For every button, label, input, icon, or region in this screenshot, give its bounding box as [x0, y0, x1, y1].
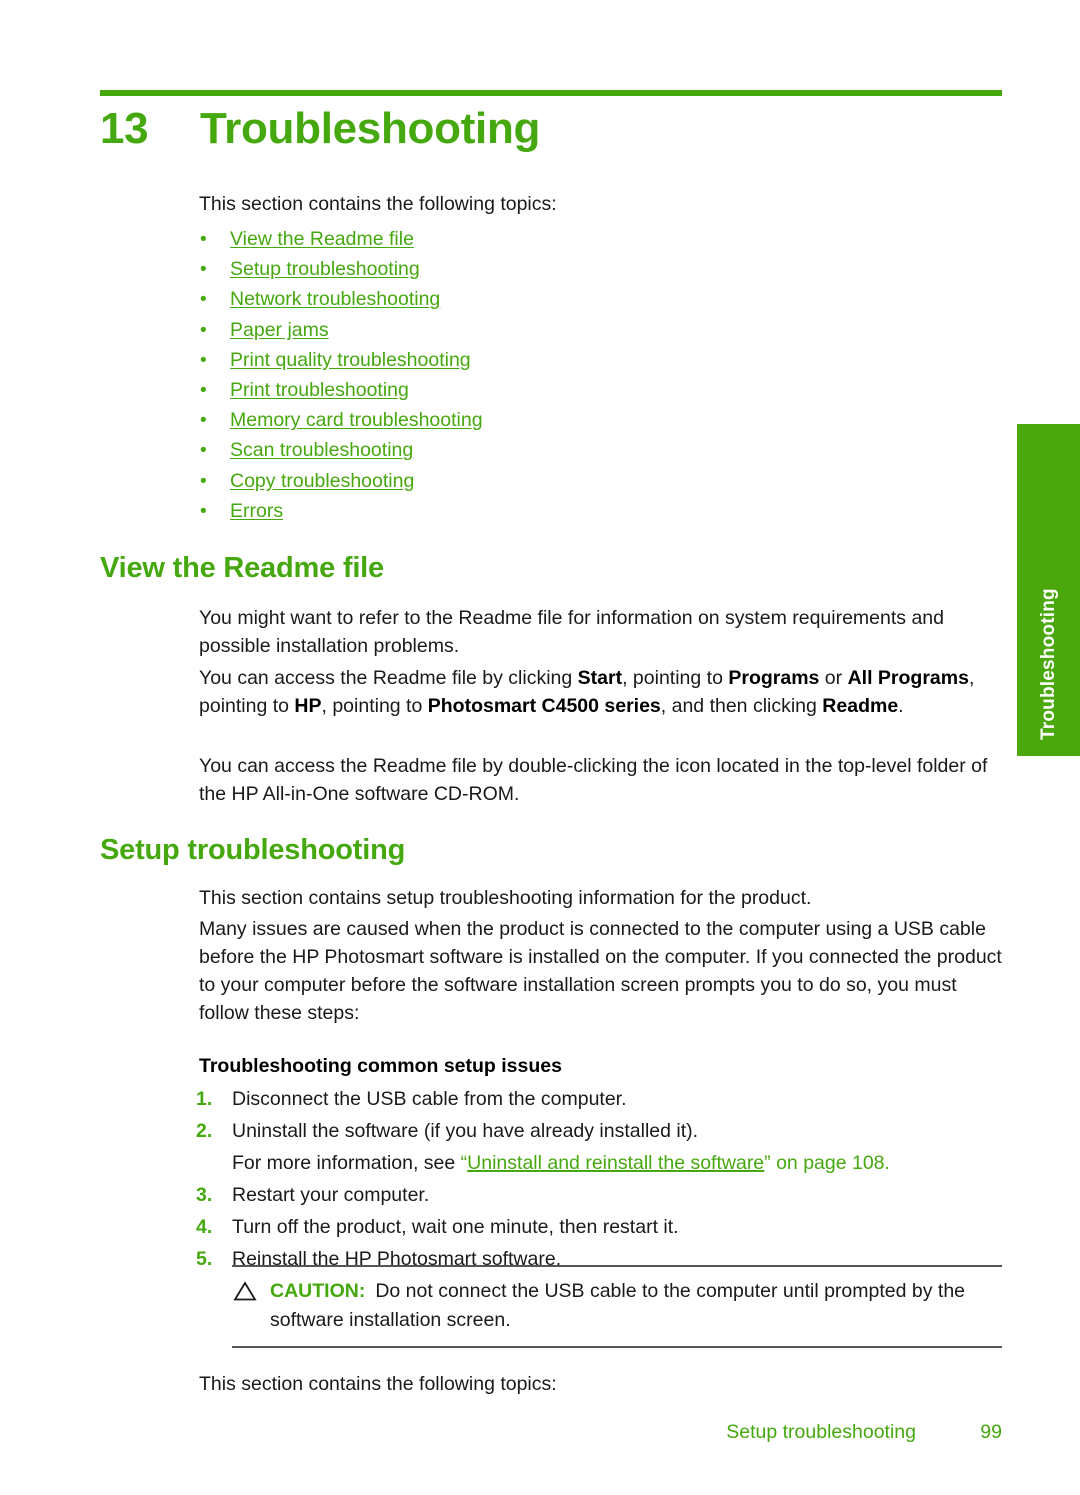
chapter-heading: 13 Troubleshooting [100, 104, 1002, 154]
readme-p2-bold-start: Start [577, 667, 623, 689]
bullet-icon: • [200, 410, 207, 432]
step-number: 2. [196, 1120, 213, 1142]
footer-page-number: 99 [980, 1421, 1002, 1443]
topic-link-scan-troubleshooting[interactable]: Scan troubleshooting [230, 435, 413, 465]
sub-heading-common-setup-issues: Troubleshooting common setup issues [199, 1055, 562, 1077]
topic-link-copy-troubleshooting[interactable]: Copy troubleshooting [230, 466, 414, 496]
warning-triangle-icon [232, 1280, 258, 1302]
chapter-intro-text: This section contains the following topi… [199, 193, 557, 215]
readme-paragraph-3: You can access the Readme file by double… [199, 755, 988, 805]
section-heading-view-readme: View the Readme file [100, 552, 384, 584]
page-title: Troubleshooting [200, 104, 541, 153]
readme-paragraph-2: You can access the Readme file by clicki… [199, 664, 989, 720]
topic-link-paper-jams[interactable]: Paper jams [230, 315, 329, 345]
bullet-icon: • [200, 500, 207, 522]
step-text: Uninstall the software (if you have alre… [232, 1120, 699, 1142]
readme-p2-part-6: , and then clicking [660, 695, 823, 717]
readme-p2-bold-all-programs: All Programs [847, 667, 969, 689]
readme-p2-bold-photosmart: Photosmart C4500 series [427, 695, 661, 717]
bullet-icon: • [200, 289, 207, 311]
xref-link-label: Uninstall and reinstall the software [467, 1152, 765, 1174]
topic-link-errors[interactable]: Errors [230, 496, 283, 526]
xref-link-uninstall-reinstall[interactable]: Uninstall and reinstall the software [467, 1152, 764, 1174]
list-item[interactable]: • Errors [196, 496, 956, 526]
bullet-icon: • [200, 229, 207, 250]
topic-link-memory-card-troubleshooting[interactable]: Memory card troubleshooting [230, 405, 483, 435]
document-page: 13 Troubleshooting This section contains… [0, 0, 1080, 1495]
list-item[interactable]: • Print troubleshooting [196, 375, 956, 405]
topic-link-print-troubleshooting[interactable]: Print troubleshooting [230, 375, 409, 405]
xref-lead-text: For more information, see [232, 1152, 461, 1174]
readme-p2-part-2: , pointing to [622, 667, 729, 689]
bullet-icon: • [200, 259, 207, 281]
list-item[interactable]: • Print quality troubleshooting [196, 345, 956, 375]
step-item-4: 4. Turn off the product, wait one minute… [196, 1212, 986, 1242]
caution-label: CAUTION: [270, 1280, 366, 1302]
chapter-number: 13 [100, 104, 149, 153]
xref-page-reference: on page 108. [770, 1152, 890, 1174]
list-item[interactable]: • Scan troubleshooting [196, 435, 956, 465]
step-number: 1. [196, 1088, 213, 1110]
chapter-top-rule [100, 90, 1002, 96]
bullet-icon: • [200, 319, 207, 341]
section-heading-setup-troubleshooting: Setup troubleshooting [100, 834, 406, 866]
step-item-3: 3. Restart your computer. [196, 1180, 986, 1210]
step-number: 5. [196, 1248, 213, 1270]
bullet-icon: • [200, 440, 207, 462]
topics-list: • View the Readme file • Setup troublesh… [196, 224, 956, 526]
topic-link-view-readme[interactable]: View the Readme file [230, 224, 414, 254]
step-text: Disconnect the USB cable from the comput… [232, 1088, 627, 1110]
setup-paragraph-2: Many issues are caused when the product … [199, 918, 1002, 1024]
step-item-1: 1. Disconnect the USB cable from the com… [196, 1084, 986, 1114]
list-item[interactable]: • Memory card troubleshooting [196, 405, 956, 435]
step-text: Restart your computer. [232, 1184, 430, 1206]
readme-p2-bold-hp: HP [294, 695, 322, 717]
setup-paragraph-1: This section contains setup troubleshoot… [199, 887, 812, 909]
topic-link-setup-troubleshooting[interactable]: Setup troubleshooting [230, 254, 420, 284]
readme-p2-part-3: or [819, 667, 848, 689]
readme-p2-part-5: , pointing to [321, 695, 428, 717]
readme-p2-bold-programs: Programs [728, 667, 820, 689]
footer-section-label: Setup troubleshooting [726, 1421, 916, 1443]
thumb-tab-troubleshooting: Troubleshooting [1017, 424, 1080, 756]
caution-note-body: CAUTION: Do not connect the USB cable to … [232, 1277, 1002, 1335]
step-item-2: 2. Uninstall the software (if you have a… [196, 1116, 986, 1146]
list-item[interactable]: • View the Readme file [196, 224, 956, 254]
list-item[interactable]: • Paper jams [196, 315, 956, 345]
caution-text: Do not connect the USB cable to the comp… [270, 1280, 966, 1331]
bullet-icon: • [200, 379, 207, 401]
thumb-tab-label: Troubleshooting [1037, 588, 1059, 740]
list-item[interactable]: • Copy troubleshooting [196, 466, 956, 496]
setup-steps-list: 1. Disconnect the USB cable from the com… [196, 1084, 986, 1276]
topic-link-print-quality-troubleshooting[interactable]: Print quality troubleshooting [230, 345, 471, 375]
caution-note: CAUTION: Do not connect the USB cable to … [232, 1265, 1002, 1348]
topic-link-network-troubleshooting[interactable]: Network troubleshooting [230, 284, 440, 314]
step-text: Turn off the product, wait one minute, t… [232, 1216, 679, 1238]
bullet-icon: • [200, 470, 207, 492]
readme-p2-part-7: . [898, 695, 904, 717]
readme-paragraph-1: You might want to refer to the Readme fi… [199, 607, 944, 657]
readme-p2-part-1: You can access the Readme file by clicki… [199, 667, 578, 689]
bullet-icon: • [200, 349, 207, 371]
setup-closing-paragraph: This section contains the following topi… [199, 1373, 557, 1395]
step-number: 4. [196, 1216, 213, 1238]
step-number: 3. [196, 1184, 213, 1206]
page-footer: Setup troubleshooting 99 [0, 1421, 1002, 1444]
readme-p2-bold-readme: Readme [822, 695, 899, 717]
list-item[interactable]: • Network troubleshooting [196, 284, 956, 314]
list-item[interactable]: • Setup troubleshooting [196, 254, 956, 284]
step-2-cross-reference: For more information, see “Uninstall and… [232, 1148, 986, 1178]
